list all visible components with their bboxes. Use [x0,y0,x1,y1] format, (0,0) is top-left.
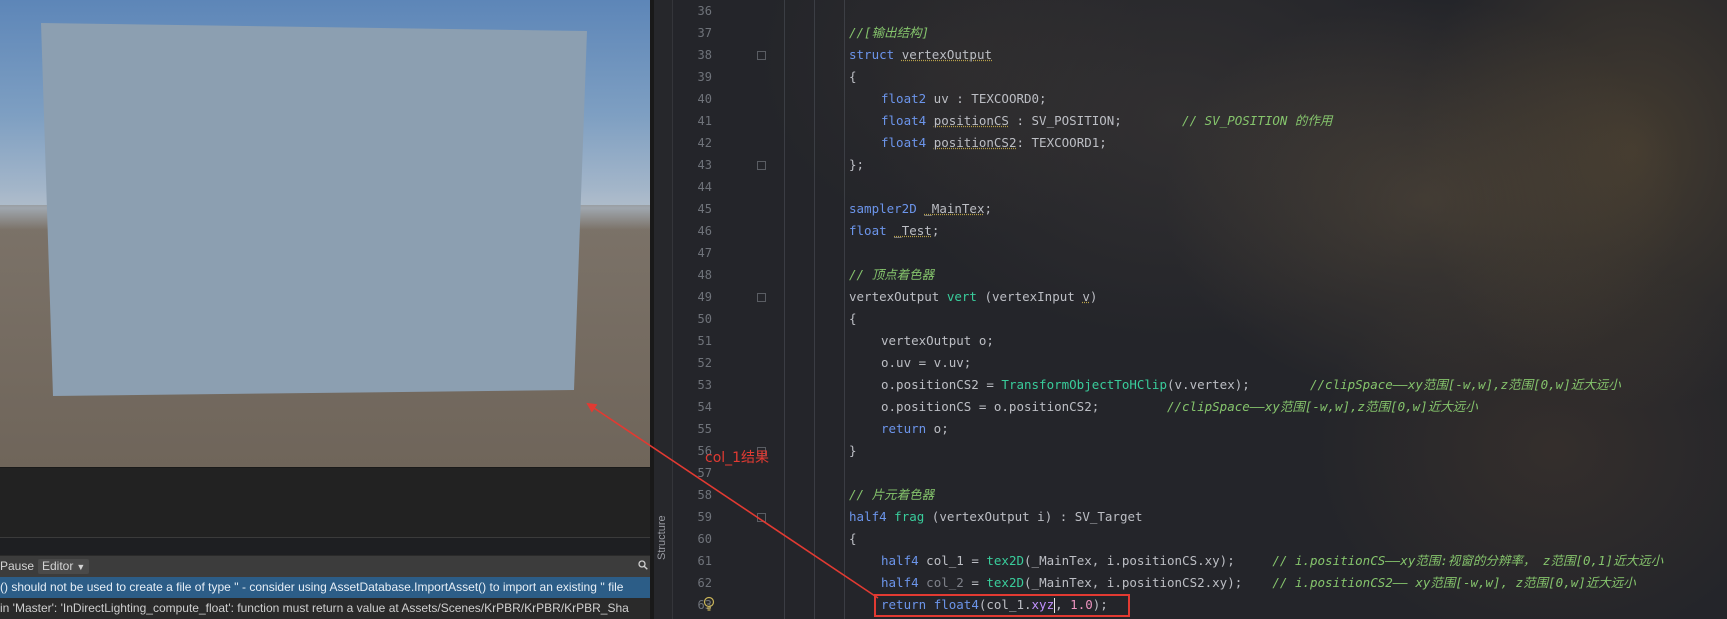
line-number: 50 [697,312,712,326]
code-line-60: { [849,531,857,546]
code-line-43: }; [849,157,865,172]
line-number: 49 [697,290,712,304]
line-number: 44 [697,180,712,194]
code-line-58: // 片元着色器 [849,487,935,502]
line-number: 55 [697,422,712,436]
code-line-37: //[输出结构] [849,25,930,40]
line-number: 51 [697,334,712,348]
fold-marker-icon[interactable] [757,161,766,170]
code-line-61: half4 col_1 = tex2D(_MainTex, i.position… [881,553,1664,568]
code-line-53: o.positionCS2 = TransformObjectToHClip(v… [881,377,1621,392]
quad-surface [41,23,587,396]
line-number: 43 [697,158,712,172]
code-line-38: struct vertexOutput [849,47,992,62]
console-message-error[interactable]: in 'Master': 'InDirectLighting_compute_f… [0,598,650,619]
code-line-42: float4 positionCS2: TEXCOORD1; [881,135,1107,150]
code-line-49: vertexOutput vert (vertexInput v) [849,289,1098,304]
line-number: 45 [697,202,712,216]
code-editor[interactable]: Structure 36 37 38 39 40 41 42 43 44 45 … [654,0,1727,619]
console-toolbar: Pause Editor ▼ [0,555,650,577]
code-line-41: float4 positionCS : SV_POSITION; // SV_P… [881,113,1333,128]
line-number: 47 [697,246,712,260]
code-line-50: { [849,311,857,326]
editor-dropdown-label: Editor [42,559,74,573]
line-number: 46 [697,224,712,238]
indent-guide [814,0,815,619]
annotation-label: col_1结果 [705,450,770,466]
scene-view[interactable]: Pause Editor ▼ () should not be used to c… [0,0,650,619]
line-number: 36 [697,4,712,18]
line-number: 52 [697,356,712,370]
line-number: 54 [697,400,712,414]
code-line-45: sampler2D _MainTex; [849,201,993,216]
lightbulb-icon[interactable] [703,596,715,612]
code-line-59: half4 frag (vertexOutput i) : SV_Target [849,509,1143,524]
editor-dropdown[interactable]: Editor ▼ [38,559,90,574]
structure-tab[interactable]: Structure [656,515,668,560]
console-message-warning[interactable]: () should not be used to create a file o… [0,577,650,598]
code-line-40: float2 uv : TEXCOORD0; [881,91,1047,106]
code-line-46: float _Test; [849,223,940,238]
fold-marker-icon[interactable] [757,293,766,302]
search-icon[interactable] [638,560,648,570]
shaded-quad[interactable] [0,0,650,470]
highlight-box [874,594,1130,617]
indent-guide [784,0,785,619]
indent-guide [844,0,845,619]
line-number: 61 [697,554,712,568]
line-number: 40 [697,92,712,106]
line-number: 39 [697,70,712,84]
code-line-39: { [849,69,857,84]
code-line-52: o.uv = v.uv; [881,355,972,370]
divider [0,537,650,538]
line-number: 41 [697,114,712,128]
line-number: 62 [697,576,712,590]
code-line-55: return o; [881,421,949,436]
code-line-62: half4 col_2 = tex2D(_MainTex, i.position… [881,575,1636,590]
line-number: 60 [697,532,712,546]
code-line-48: // 顶点着色器 [849,267,935,282]
code-line-51: vertexOutput o; [881,333,994,348]
structure-tool-strip[interactable]: Structure [654,0,673,619]
line-number: 48 [697,268,712,282]
pause-button[interactable]: Pause [0,559,34,574]
line-number: 37 [697,26,712,40]
code-line-56: } [849,443,857,458]
line-number: 38 [697,48,712,62]
line-gutter: 36 37 38 39 40 41 42 43 44 45 46 47 48 4… [672,0,766,619]
line-number: 42 [697,136,712,150]
line-number: 59 [697,510,712,524]
line-number: 58 [697,488,712,502]
code-line-54: o.positionCS = o.positionCS2; //clipSpac… [881,399,1478,414]
fold-marker-icon[interactable] [757,51,766,60]
chevron-down-icon: ▼ [76,562,86,572]
fold-marker-icon[interactable] [757,513,766,522]
game-view-bottom [0,467,650,538]
line-number: 53 [697,378,712,392]
